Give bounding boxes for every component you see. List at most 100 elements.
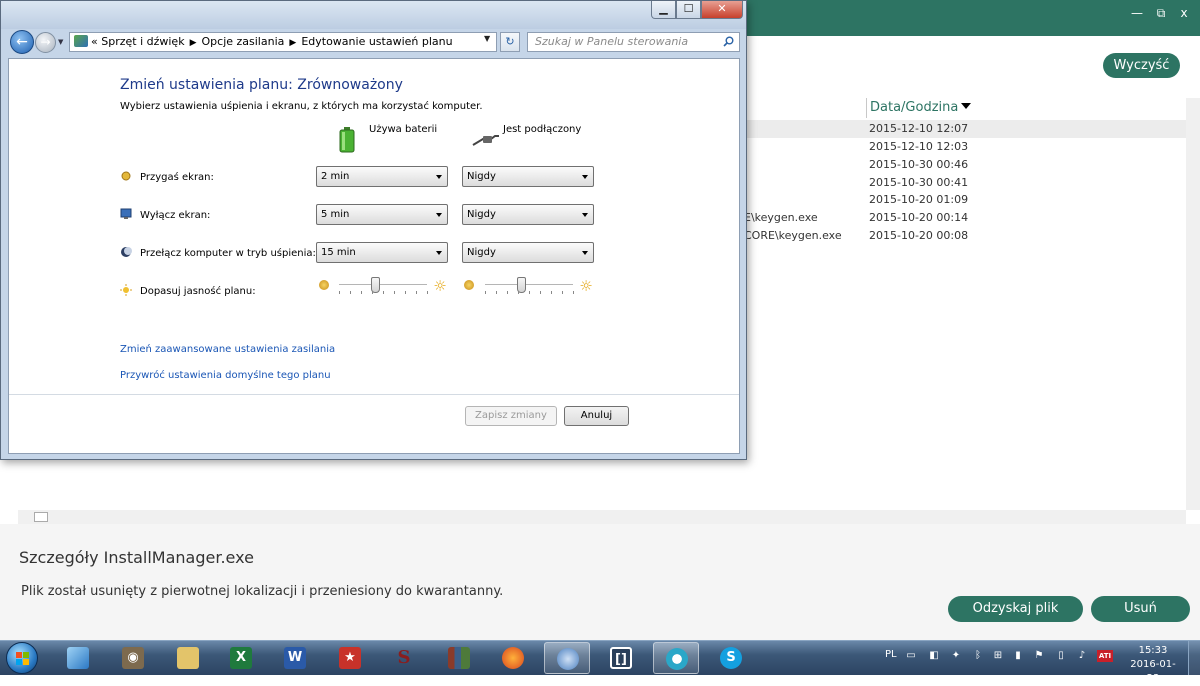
table-row[interactable]: E\keygen.exe 2015-10-20 00:14 xyxy=(744,209,1186,227)
table-row[interactable]: 2015-10-30 00:41 xyxy=(744,174,1186,192)
minimize-icon[interactable]: — xyxy=(1126,4,1148,22)
details-panel xyxy=(0,524,1200,640)
breadcrumb-separator-icon[interactable]: ▶ xyxy=(289,38,296,48)
clock-date: 2016-01-23 xyxy=(1130,659,1176,684)
taskbar-s-app[interactable]: S xyxy=(381,642,427,674)
vertical-scrollbar[interactable] xyxy=(1186,98,1200,510)
row-date: 2015-10-20 00:14 xyxy=(869,211,969,224)
breadcrumb-item-hardware[interactable]: Sprzęt i dźwięk xyxy=(101,35,184,48)
books-icon xyxy=(448,647,470,669)
chevron-down-icon xyxy=(436,175,442,179)
action-center-icon[interactable]: ⚑ xyxy=(1033,650,1045,662)
chevron-down-icon xyxy=(436,213,442,217)
row-date: 2015-10-30 00:41 xyxy=(869,176,969,189)
taskbar-explorer[interactable] xyxy=(55,642,101,674)
taskbar-bookmark-app[interactable]: ★ xyxy=(327,642,373,674)
taskbar-excel[interactable]: X xyxy=(218,642,264,674)
chevron-down-icon xyxy=(582,175,588,179)
brightness-plugged-slider[interactable] xyxy=(485,277,575,294)
address-dropdown-icon[interactable]: ▼ xyxy=(484,34,490,43)
sleep-battery-select[interactable]: 15 min xyxy=(316,242,448,263)
cancel-button[interactable]: Anuluj xyxy=(564,406,629,426)
breadcrumb-prefix[interactable]: « xyxy=(91,35,98,48)
language-indicator[interactable]: PL xyxy=(885,649,897,660)
slider-tick xyxy=(405,291,406,294)
taskbar-firefox[interactable] xyxy=(490,642,536,674)
restore-defaults-link[interactable]: Przywróć ustawienia domyślne tego planu xyxy=(120,370,331,381)
dim-display-icon xyxy=(120,170,132,182)
s-app-icon: S xyxy=(397,647,411,668)
turn-off-display-battery-select[interactable]: 5 min xyxy=(316,204,448,225)
show-desktop-button[interactable] xyxy=(1188,641,1200,675)
row-date: 2015-12-10 12:03 xyxy=(869,140,969,153)
scrollbar-thumb[interactable] xyxy=(34,512,48,522)
taskbar-bracket-app[interactable]: [] xyxy=(598,642,644,674)
turn-off-display-plugged-select[interactable]: Nigdy xyxy=(462,204,594,225)
restore-icon[interactable]: ⧉ xyxy=(1150,4,1172,22)
refresh-button[interactable]: ↻ xyxy=(500,32,520,52)
chevron-down-icon xyxy=(582,251,588,255)
dim-display-battery-select[interactable]: 2 min xyxy=(316,166,448,187)
bluetooth-icon[interactable]: ᛒ xyxy=(972,650,984,662)
network-signal-icon[interactable]: ▮ xyxy=(1012,650,1024,662)
row-path: E\keygen.exe xyxy=(744,211,818,224)
start-button[interactable] xyxy=(6,642,38,674)
power-icon[interactable]: ▯ xyxy=(1055,650,1067,662)
sleep-plugged-select[interactable]: Nigdy xyxy=(462,242,594,263)
folder-icon xyxy=(177,647,199,669)
brightness-battery-slider[interactable] xyxy=(339,277,429,294)
search-icon[interactable] xyxy=(723,36,734,47)
slider-tick xyxy=(416,291,417,294)
clock[interactable]: 15:33 2016-01-23 xyxy=(1124,644,1182,686)
taskbar-skype[interactable]: S xyxy=(708,642,754,674)
restore-file-button[interactable]: Odzyskaj plik xyxy=(948,596,1083,622)
taskbar-file-manager[interactable] xyxy=(165,642,211,674)
back-button[interactable]: ← xyxy=(10,30,34,54)
breadcrumb-item-edit-plan[interactable]: Edytowanie ustawień planu xyxy=(301,35,452,48)
slider-tick xyxy=(496,291,497,294)
slider-tick xyxy=(350,291,351,294)
save-changes-button[interactable]: Zapisz zmiany xyxy=(465,406,557,426)
thunderbird-icon xyxy=(557,648,579,670)
plugged-column-header: Jest podłączony xyxy=(503,124,582,135)
date-column-label: Data/Godzina xyxy=(870,100,959,115)
brightness-low-icon xyxy=(319,280,329,290)
slider-tick xyxy=(383,291,384,294)
windows-flag-icon[interactable]: ⊞ xyxy=(992,650,1004,662)
date-column-header[interactable]: Data/Godzina xyxy=(866,98,1186,118)
horizontal-scrollbar[interactable] xyxy=(18,510,1186,524)
search-input[interactable]: Szukaj w Panelu sterowania xyxy=(527,32,740,52)
clear-button[interactable]: Wyczyść xyxy=(1103,53,1180,78)
content-area: Zmień ustawienia planu: Zrównoważony Wyb… xyxy=(8,58,740,454)
notification-icon[interactable]: ◧ xyxy=(928,650,940,662)
close-button[interactable]: ✕ xyxy=(701,1,743,19)
advanced-settings-link[interactable]: Zmień zaawansowane ustawienia zasilania xyxy=(120,344,335,355)
maximize-button[interactable]: ☐ xyxy=(676,1,701,19)
taskbar-recovery-app[interactable] xyxy=(653,642,699,674)
table-row[interactable]: CORE\keygen.exe 2015-10-20 00:08 xyxy=(744,227,1186,245)
taskbar-word[interactable]: W xyxy=(272,642,318,674)
recent-pages-dropdown[interactable]: ▼ xyxy=(58,38,63,46)
skype-icon: S xyxy=(720,647,742,669)
ati-icon[interactable]: ATI xyxy=(1097,650,1113,662)
taskbar-library[interactable] xyxy=(436,642,482,674)
breadcrumb-item-power-options[interactable]: Opcje zasilania xyxy=(202,35,285,48)
close-icon[interactable]: x xyxy=(1173,4,1195,22)
table-row[interactable]: 2015-10-30 00:46 xyxy=(744,156,1186,174)
forward-button[interactable]: → xyxy=(35,32,56,53)
table-row[interactable]: 2015-10-20 01:09 xyxy=(744,191,1186,209)
table-row[interactable]: 2015-12-10 12:07 xyxy=(744,120,1186,138)
slider-tick xyxy=(485,291,486,294)
breadcrumb-separator-icon[interactable]: ▶ xyxy=(190,38,197,48)
row-date: 2015-12-10 12:07 xyxy=(869,122,969,135)
delete-button[interactable]: Usuń xyxy=(1091,596,1190,622)
minimize-button[interactable]: ▁ xyxy=(651,1,676,19)
keyboard-icon[interactable]: ▭ xyxy=(905,650,917,662)
taskbar-thunderbird[interactable] xyxy=(544,642,590,674)
volume-icon[interactable]: ♪ xyxy=(1076,650,1088,662)
taskbar-gimp[interactable]: ◉ xyxy=(110,642,156,674)
dim-display-plugged-select[interactable]: Nigdy xyxy=(462,166,594,187)
address-bar[interactable]: « Sprzęt i dźwięk ▶ Opcje zasilania ▶ Edytow… xyxy=(69,32,497,52)
tray-app-icon[interactable]: ✦ xyxy=(950,650,962,662)
table-row[interactable]: 2015-12-10 12:03 xyxy=(744,138,1186,156)
